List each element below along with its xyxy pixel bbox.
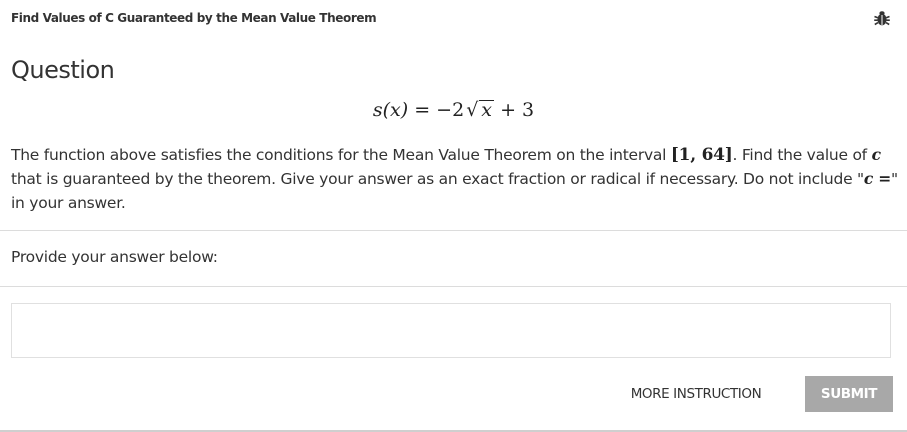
question-text: The function above satisfies the conditi… — [11, 143, 901, 215]
formula-radicand: x — [479, 99, 495, 121]
formula-constant: 3 — [522, 99, 535, 121]
question-text-part: The function above satisfies the conditi… — [11, 146, 671, 164]
question-heading: Question — [11, 56, 115, 84]
answer-input[interactable] — [11, 303, 891, 358]
interval: [1, 64] — [670, 145, 733, 165]
formula-coefficient: −2 — [436, 99, 465, 121]
variable-c: c — [871, 145, 881, 164]
c-equals: c = — [863, 169, 891, 188]
function-formula: s(x) = −2 √ x + 3 — [0, 99, 907, 121]
question-text-part: that is guaranteed by the theorem. Give … — [11, 170, 864, 188]
page-title: Find Values of C Guaranteed by the Mean … — [11, 11, 377, 25]
formula-plus: + — [500, 99, 516, 121]
question-text-part: . Find the value of — [732, 146, 872, 164]
divider — [0, 230, 907, 231]
submit-button[interactable]: SUBMIT — [805, 376, 893, 412]
formula-equals: = — [414, 99, 431, 121]
answer-prompt: Provide your answer below: — [11, 248, 218, 266]
radical-sign: √ — [466, 99, 479, 121]
formula-lhs: s(x) — [372, 99, 409, 121]
divider — [0, 286, 907, 287]
bug-icon[interactable] — [873, 9, 891, 27]
more-instruction-button[interactable]: MORE INSTRUCTION — [616, 376, 776, 412]
